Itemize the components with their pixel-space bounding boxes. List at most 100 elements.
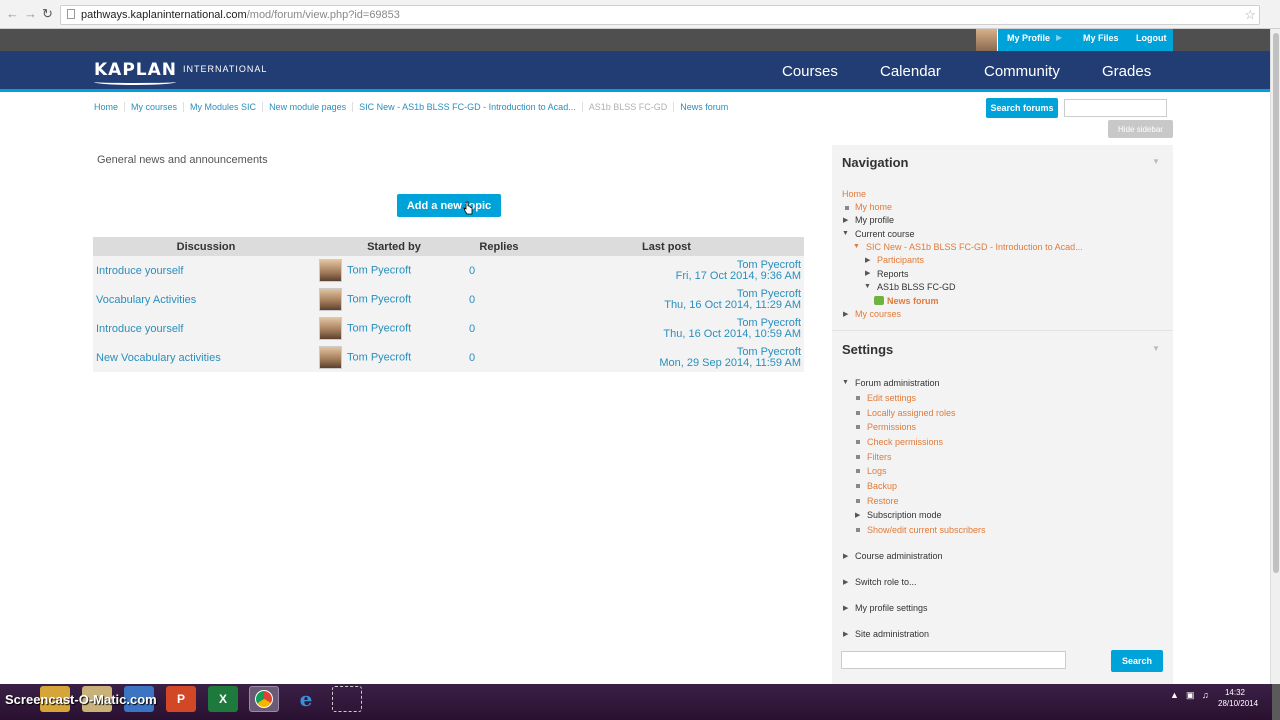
snipping-tool-icon[interactable] — [332, 686, 362, 712]
last-post-date[interactable]: Fri, 17 Oct 2014, 9:36 AM — [529, 270, 801, 282]
column-replies[interactable]: Replies — [469, 237, 529, 256]
page-scrollbar[interactable] — [1270, 29, 1280, 684]
switch-role[interactable]: Switch role to... — [855, 577, 917, 587]
column-last-post[interactable]: Last post — [529, 237, 804, 256]
address-bar[interactable]: pathways.kaplaninternational.com/mod/for… — [60, 5, 1260, 25]
avatar[interactable] — [976, 29, 998, 51]
discussion-link[interactable]: New Vocabulary activities — [93, 343, 319, 372]
replies-count[interactable]: 0 — [469, 314, 529, 343]
nav-community[interactable]: Community — [984, 63, 1060, 80]
starter-link[interactable]: Tom Pyecroft — [347, 352, 411, 364]
user-picture[interactable] — [319, 317, 342, 340]
settings-search-button[interactable]: Search — [1111, 650, 1163, 672]
starter-link[interactable]: Tom Pyecroft — [347, 265, 411, 277]
user-picture[interactable] — [319, 288, 342, 311]
replies-count[interactable]: 0 — [469, 256, 529, 285]
nav-my-profile[interactable]: My profile — [855, 215, 894, 225]
breadcrumb-home[interactable]: Home — [94, 102, 126, 112]
collapse-tree-icon[interactable]: ▼ — [853, 243, 860, 250]
excel-icon[interactable]: X — [208, 686, 238, 712]
add-topic-button[interactable]: Add a new topic — [397, 194, 501, 217]
expand-icon[interactable]: ▶ — [865, 256, 870, 264]
expand-icon[interactable]: ▶ — [843, 216, 848, 224]
reload-icon[interactable]: ↻ — [42, 7, 53, 21]
settings-check-permissions[interactable]: Check permissions — [867, 437, 943, 447]
nav-grades[interactable]: Grades — [1102, 63, 1151, 80]
bookmark-star-icon[interactable]: ☆ — [1244, 7, 1256, 23]
settings-backup[interactable]: Backup — [867, 481, 897, 491]
forward-icon[interactable]: → — [24, 7, 37, 21]
starter-link[interactable]: Tom Pyecroft — [347, 294, 411, 306]
last-post-author[interactable]: Tom Pyecroft — [529, 317, 801, 329]
settings-edit-settings[interactable]: Edit settings — [867, 393, 916, 403]
collapse-tree-icon[interactable]: ▼ — [842, 230, 849, 237]
navigation-block-title[interactable]: Navigation — [842, 155, 908, 170]
my-profile-link[interactable]: My Profile — [1007, 33, 1050, 43]
nav-my-courses[interactable]: My courses — [855, 309, 901, 319]
nav-current-course[interactable]: Current course — [855, 229, 915, 239]
column-started-by[interactable]: Started by — [319, 237, 469, 256]
last-post-date[interactable]: Thu, 16 Oct 2014, 10:59 AM — [529, 328, 801, 340]
settings-search-input[interactable] — [841, 651, 1066, 669]
show-desktop-button[interactable] — [1272, 684, 1280, 720]
site-administration[interactable]: Site administration — [855, 629, 929, 639]
settings-restore[interactable]: Restore — [867, 496, 899, 506]
internet-explorer-icon[interactable]: e — [291, 686, 321, 712]
expand-icon[interactable]: ▶ — [843, 310, 848, 318]
nav-calendar[interactable]: Calendar — [880, 63, 941, 80]
last-post-date[interactable]: Thu, 16 Oct 2014, 11:29 AM — [529, 299, 801, 311]
nav-home[interactable]: Home — [842, 189, 866, 199]
nav-section[interactable]: AS1b BLSS FC-GD — [877, 282, 956, 292]
forum-administration[interactable]: Forum administration — [855, 378, 940, 388]
replies-count[interactable]: 0 — [469, 343, 529, 372]
tray-arrow-icon[interactable]: ▲ — [1170, 690, 1179, 700]
discussion-link[interactable]: Vocabulary Activities — [93, 285, 319, 314]
my-profile-settings[interactable]: My profile settings — [855, 603, 928, 613]
expand-icon[interactable]: ▶ — [865, 269, 870, 277]
settings-permissions[interactable]: Permissions — [867, 422, 916, 432]
nav-participants[interactable]: Participants — [877, 255, 924, 265]
column-discussion[interactable]: Discussion — [93, 237, 319, 256]
user-picture[interactable] — [319, 346, 342, 369]
user-picture[interactable] — [319, 259, 342, 282]
expand-icon[interactable]: ▶ — [843, 578, 848, 586]
discussion-link[interactable]: Introduce yourself — [93, 256, 319, 285]
chrome-icon[interactable] — [249, 686, 279, 712]
discussion-link[interactable]: Introduce yourself — [93, 314, 319, 343]
expand-icon[interactable]: ▶ — [843, 604, 848, 612]
search-forums-input[interactable] — [1064, 99, 1167, 117]
logout-link[interactable]: Logout — [1136, 33, 1167, 43]
last-post-author[interactable]: Tom Pyecroft — [529, 346, 801, 358]
settings-subscription-mode[interactable]: Subscription mode — [867, 510, 942, 520]
replies-count[interactable]: 0 — [469, 285, 529, 314]
collapse-tree-icon[interactable]: ▼ — [864, 283, 871, 290]
nav-course[interactable]: SIC New - AS1b BLSS FC-GD - Introduction… — [866, 242, 1083, 252]
course-administration[interactable]: Course administration — [855, 551, 943, 561]
nav-reports[interactable]: Reports — [877, 269, 909, 279]
settings-block-title[interactable]: Settings — [842, 342, 893, 357]
nav-news-forum[interactable]: News forum — [887, 296, 939, 306]
search-forums-button[interactable]: Search forums — [986, 98, 1058, 118]
breadcrumb-course[interactable]: SIC New - AS1b BLSS FC-GD - Introduction… — [353, 102, 583, 112]
network-icon[interactable]: ▣ — [1186, 690, 1195, 701]
last-post-author[interactable]: Tom Pyecroft — [529, 259, 801, 271]
expand-icon[interactable]: ▶ — [855, 511, 860, 519]
settings-filters[interactable]: Filters — [867, 452, 892, 462]
system-clock[interactable]: 14:32 28/10/2014 — [1218, 687, 1258, 709]
settings-subscribers[interactable]: Show/edit current subscribers — [867, 525, 986, 535]
nav-courses[interactable]: Courses — [782, 63, 838, 80]
powerpoint-icon[interactable]: P — [166, 686, 196, 712]
scrollbar-thumb[interactable] — [1273, 33, 1279, 573]
last-post-author[interactable]: Tom Pyecroft — [529, 288, 801, 300]
breadcrumb-my-modules[interactable]: My Modules SIC — [184, 102, 264, 112]
settings-logs[interactable]: Logs — [867, 466, 887, 476]
breadcrumb-my-courses[interactable]: My courses — [125, 102, 185, 112]
hide-sidebar-button[interactable]: Hide sidebar — [1108, 120, 1173, 138]
collapse-icon[interactable]: ▼ — [1152, 344, 1160, 353]
my-files-link[interactable]: My Files — [1083, 33, 1119, 43]
settings-locally-assigned-roles[interactable]: Locally assigned roles — [867, 408, 956, 418]
starter-link[interactable]: Tom Pyecroft — [347, 323, 411, 335]
volume-icon[interactable]: ♫ — [1202, 690, 1209, 700]
expand-icon[interactable]: ▶ — [843, 630, 848, 638]
breadcrumb-news-forum[interactable]: News forum — [674, 102, 734, 112]
